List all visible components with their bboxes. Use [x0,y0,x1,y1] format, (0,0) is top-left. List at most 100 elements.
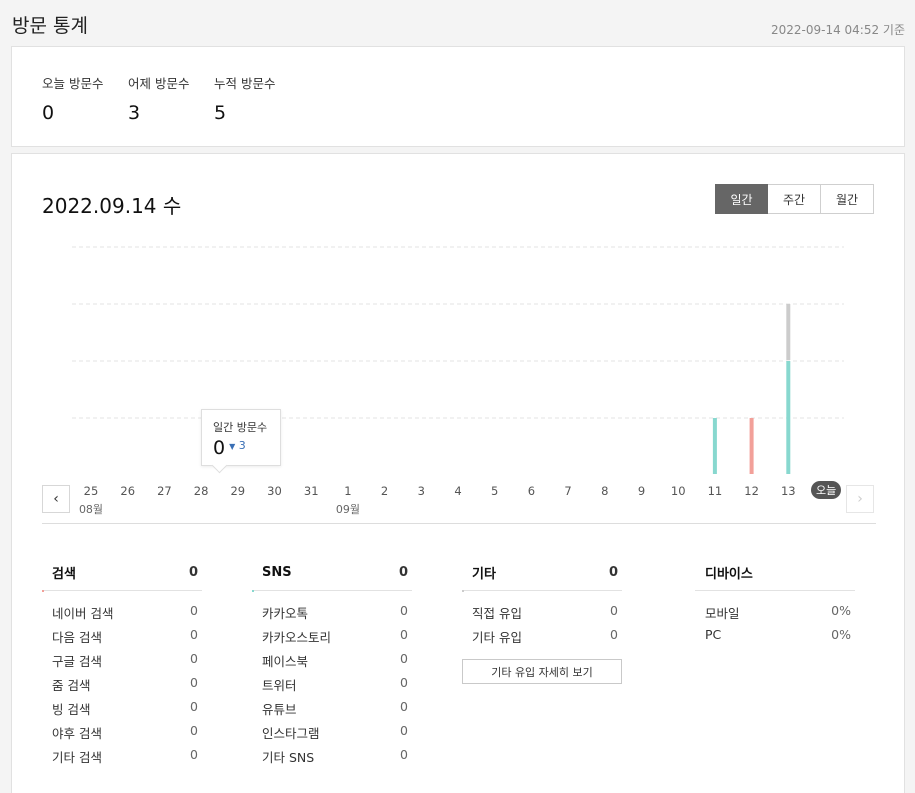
stat-row: 트위터 0 [252,675,412,699]
stat-row-value: 0% [831,603,851,618]
x-tick-label: 26 [120,484,135,498]
month-label: 09월 [336,503,360,516]
x-tick-label: 12 [744,484,759,498]
x-tick-label: 7 [564,484,571,498]
stat-row: 네이버 검색 0 [42,603,202,627]
prev-period-button[interactable]: ‹ [42,485,70,513]
summary-today: 오늘 방문수 0 [42,73,103,124]
x-tick-label: 9 [638,484,645,498]
stat-row-value: 0 [190,651,198,666]
chevron-right-icon: › [857,491,863,507]
x-tick-label: 13 [781,484,796,498]
stat-row-value: 0 [400,627,408,642]
series-marker [42,590,44,592]
x-tick-label: 10 [671,484,686,498]
stat-row: PC 0% [695,627,855,651]
stat-row-value: 0% [831,627,851,642]
visits-chart: 25 26 27 28 29 30 31 1 2 3 4 5 6 7 8 9 10 11 12 1308월 09월 [72,246,844,516]
stat-row: 다음 검색 0 [42,627,202,651]
x-tick-label: 4 [454,484,461,498]
stat-row-value: 0 [190,723,198,738]
stat-row-label: 기타 검색 [52,750,102,765]
x-tick-label: 1 [344,484,351,498]
x-tick-label: 3 [418,484,425,498]
stat-row-value: 0 [190,603,198,618]
stat-row-label: 빙 검색 [52,702,91,717]
chevron-left-icon: ‹ [53,491,59,507]
stat-row-value: 0 [190,675,198,690]
bar-12[interactable] [749,418,754,474]
bar-13[interactable] [786,361,791,474]
stat-total: 0 [608,564,618,580]
stat-row-value: 0 [190,747,198,762]
bar-13[interactable] [786,304,791,360]
summary-value: 0 [42,102,55,124]
x-tick-label: 31 [304,484,319,498]
stat-row: 빙 검색 0 [42,699,202,723]
stat-row-label: 기타 유입 [472,630,522,645]
stat-row-value: 0 [400,747,408,762]
stat-row-label: 기타 SNS [262,750,315,765]
stat-row-value: 0 [610,603,618,618]
stat-row-value: 0 [400,675,408,690]
stat-row: 기타 검색 0 [42,747,202,771]
tooltip-delta-value: 3 [238,439,246,452]
stat-row-value: 0 [190,699,198,714]
stat-total: 0 [188,564,198,580]
stat-row-label: 유튜브 [262,702,297,717]
tooltip-value: 0 [213,437,226,459]
summary-label: 어제 방문수 [128,76,190,91]
stat-row-value: 0 [610,627,618,642]
stat-row-label: 구글 검색 [52,654,102,669]
stat-search: 검색 0 네이버 검색 0 다음 검색 0 구글 검색 0 줌 검색 0 빙 검색 0 야후 검색 0… [42,562,202,771]
x-tick-label: 28 [194,484,209,498]
stat-row: 인스타그램 0 [252,723,412,747]
month-label: 08월 [79,503,103,516]
stat-row-label: 트위터 [262,678,297,693]
stat-title: SNS [262,564,292,580]
x-tick-label: 27 [157,484,172,498]
stat-title: 검색 [52,566,76,582]
x-tick-label: 5 [491,484,498,498]
stat-row-label: 줌 검색 [52,678,91,693]
stat-row: 기타 SNS 0 [252,747,412,771]
summary-yesterday: 어제 방문수 3 [128,73,189,124]
stat-other: 기타 0 직접 유입 0 기타 유입 0 기타 유입 자세히 보기 [462,562,622,684]
x-tick-label: 8 [601,484,608,498]
stat-row-value: 0 [400,723,408,738]
summary-total: 누적 방문수 5 [214,73,275,124]
stat-row: 야후 검색 0 [42,723,202,747]
x-tick-label: 11 [708,484,723,498]
today-badge: 오늘 [811,481,842,499]
stat-total: 0 [398,564,408,580]
tooltip-label: 일간 방문수 [213,421,268,434]
stat-row: 기타 유입 0 [462,627,622,651]
stat-row: 모바일 0% [695,603,855,627]
stat-row-value: 0 [400,699,408,714]
summary-label: 누적 방문수 [214,76,276,91]
stat-row: 카카오톡 0 [252,603,412,627]
stat-row-label: 카카오톡 [262,606,309,621]
stat-sns: SNS 0 카카오톡 0 카카오스토리 0 페이스북 0 트위터 0 유튜브 0 인스타그램 0 기타 … [252,562,412,771]
x-tick-label: 29 [230,484,245,498]
stat-row: 구글 검색 0 [42,651,202,675]
stat-row-label: 카카오스토리 [262,630,332,645]
bar-11[interactable] [712,418,717,474]
stat-row-label: PC [705,627,722,642]
stat-row: 페이스북 0 [252,651,412,675]
timestamp: 2022-09-14 04:52 기준 [770,23,905,37]
stats-card: 2022.09.14 수 일간 주간 월간 25 26 27 28 29 30 31 1 2 3 4… [11,153,905,793]
x-tick-label: 2 [381,484,388,498]
other-inflow-detail-button[interactable]: 기타 유입 자세히 보기 [462,659,622,684]
divider [42,523,876,524]
next-period-button[interactable]: › [846,485,874,513]
stat-row-value: 0 [400,651,408,666]
stat-device: 디바이스 모바일 0% PC 0% [695,562,855,651]
series-marker [462,590,464,592]
x-tick-label: 30 [267,484,282,498]
stat-row-label: 다음 검색 [52,630,102,645]
stat-row-value: 0 [190,627,198,642]
summary-value: 3 [128,102,141,124]
x-tick-label: 25 [84,484,99,498]
tooltip-delta: ▼ 3 [229,439,246,452]
